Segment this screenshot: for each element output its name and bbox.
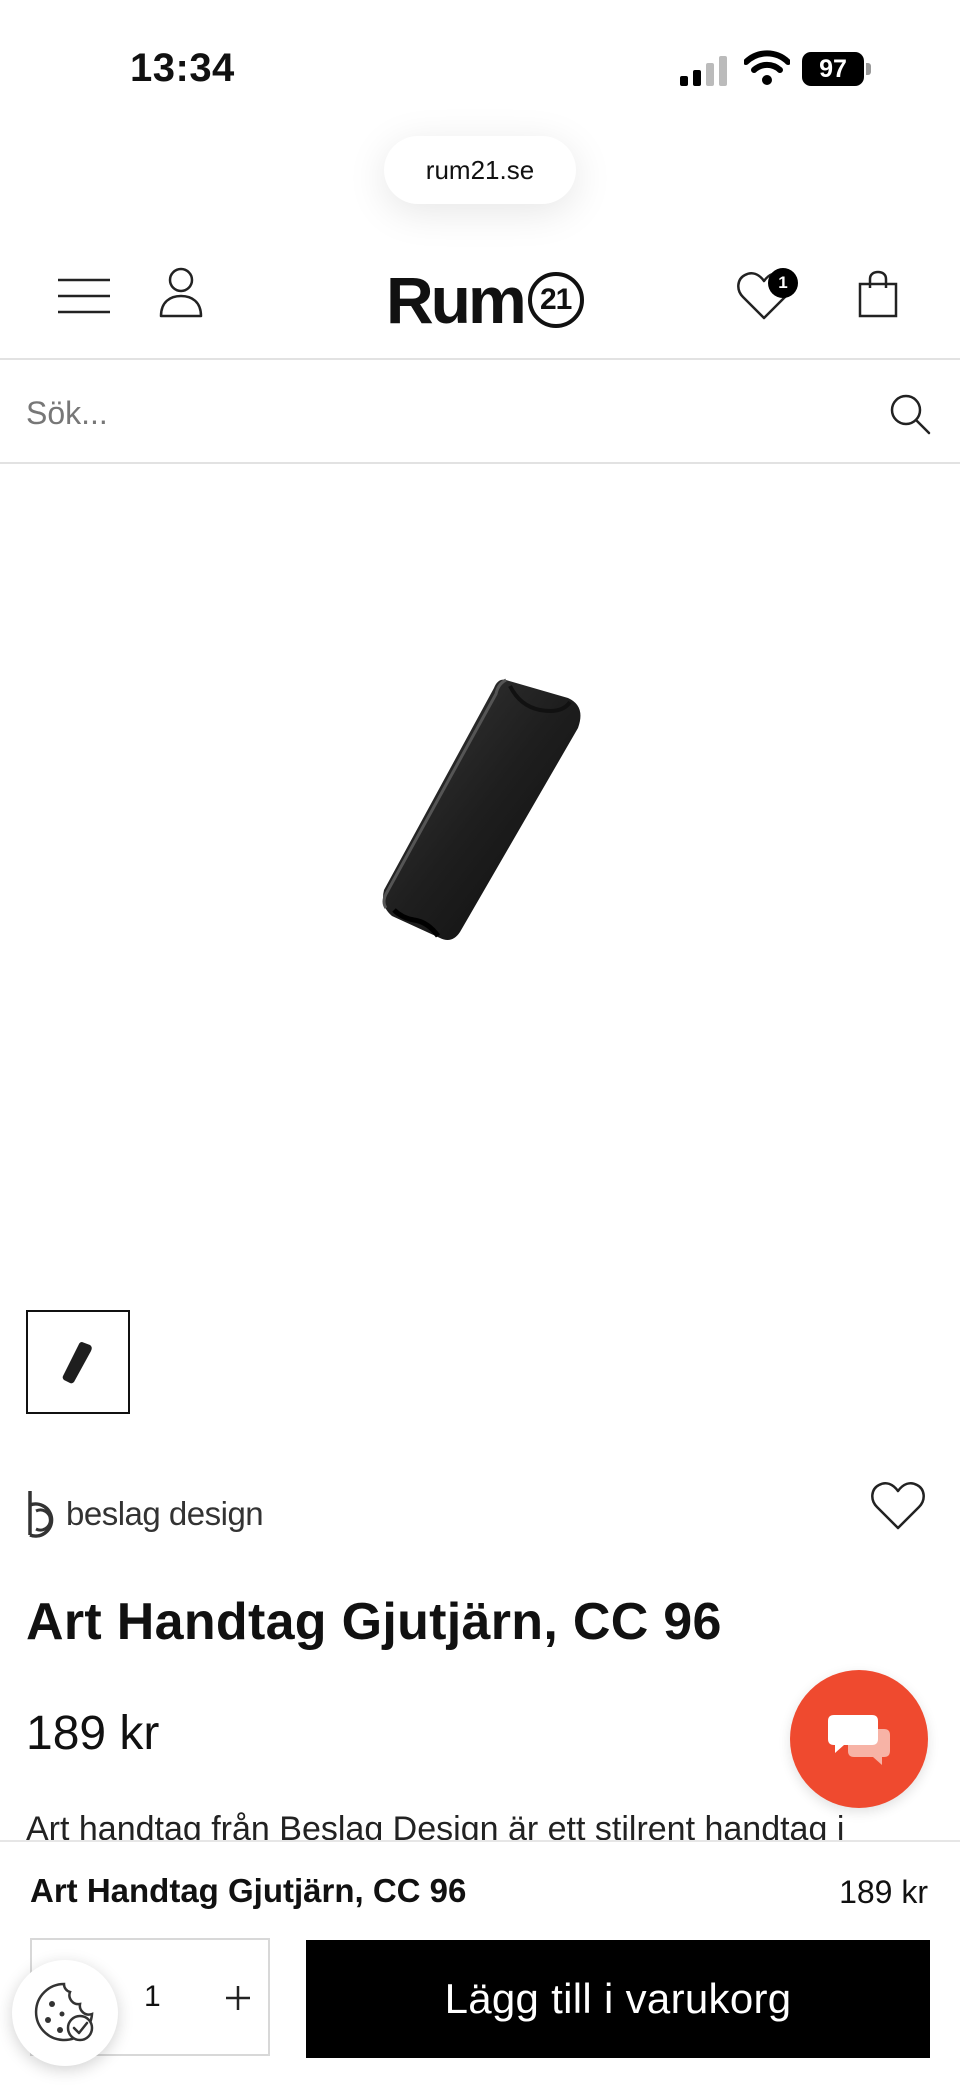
search-bar <box>0 362 960 464</box>
logo-number: 21 <box>527 272 584 328</box>
search-icon[interactable] <box>888 392 932 436</box>
wishlist-count-badge: 1 <box>768 268 798 298</box>
add-to-cart-button[interactable]: Lägg till i varukorg <box>306 1940 930 2058</box>
chat-bubbles-icon <box>828 1715 890 1765</box>
status-bar: 13:34 97 <box>0 0 960 130</box>
cookie-icon <box>34 1982 94 2042</box>
site-logo[interactable]: Rum 21 <box>386 263 584 337</box>
brand-mark-icon <box>28 1491 54 1538</box>
favorite-heart-icon[interactable] <box>870 1480 926 1532</box>
wifi-icon <box>744 50 790 85</box>
site-header: Rum 21 1 <box>0 240 960 360</box>
battery-tip <box>866 63 871 75</box>
cookie-settings-button[interactable] <box>12 1960 118 2066</box>
url-bar[interactable]: rum21.se <box>384 136 576 204</box>
product-image[interactable] <box>0 466 960 1296</box>
thumbnail-image <box>62 1342 92 1384</box>
brand-name: beslag design <box>66 1495 264 1532</box>
account-icon[interactable] <box>158 266 204 318</box>
cellular-signal-icon <box>680 56 727 86</box>
battery-indicator: 97 <box>802 52 872 86</box>
sticky-add-to-cart-bar: Art Handtag Gjutjärn, CC 96 189 kr 1 Läg… <box>0 1840 960 2086</box>
search-input[interactable] <box>26 386 846 440</box>
battery-level: 97 <box>802 52 864 86</box>
sticky-product-price: 189 kr <box>839 1874 928 1910</box>
quantity-value[interactable]: 1 <box>144 1980 161 2014</box>
status-time: 13:34 <box>130 46 235 90</box>
logo-text: Rum <box>386 263 527 337</box>
product-price: 189 kr <box>26 1707 160 1760</box>
shopping-bag-icon[interactable] <box>858 270 898 318</box>
chat-button[interactable] <box>790 1670 928 1808</box>
sticky-product-title: Art Handtag Gjutjärn, CC 96 <box>30 1872 467 1909</box>
plus-icon[interactable] <box>210 1970 266 2026</box>
product-thumbnail[interactable] <box>26 1310 130 1414</box>
brand-logo[interactable]: beslag design <box>26 1488 264 1540</box>
menu-icon[interactable] <box>56 274 112 318</box>
product-title: Art Handtag Gjutjärn, CC 96 <box>26 1593 722 1651</box>
